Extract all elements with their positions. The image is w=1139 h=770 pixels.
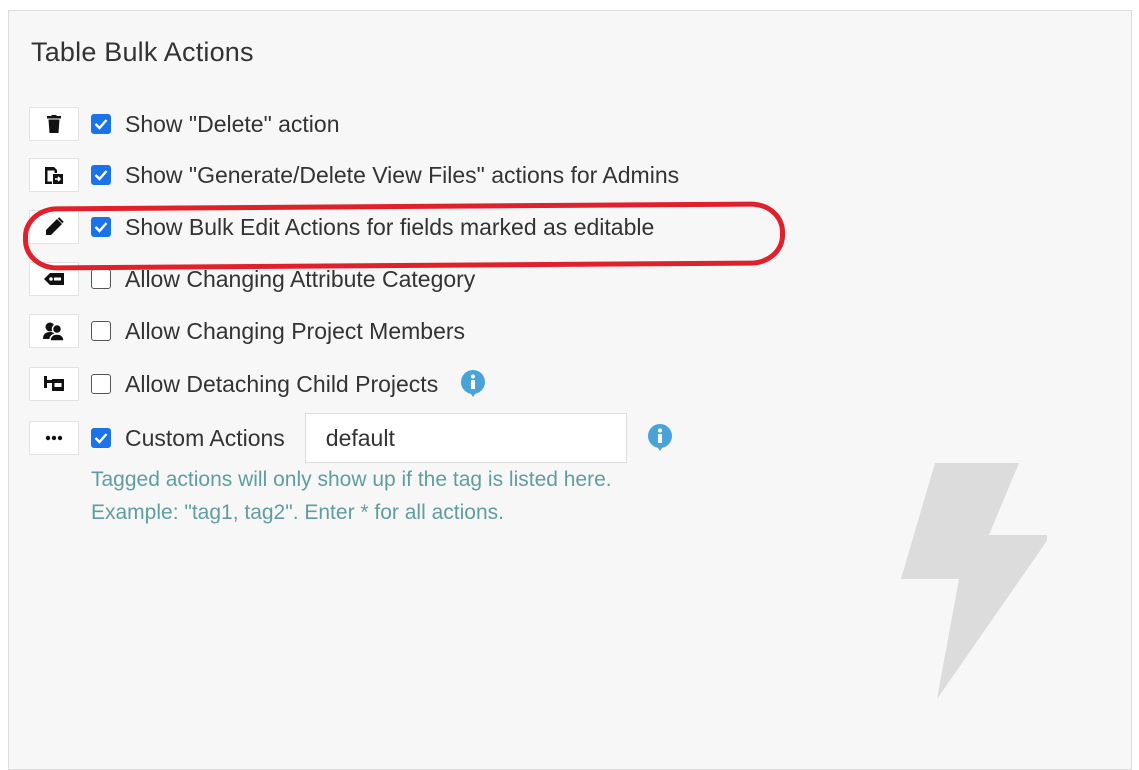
table-bulk-actions-panel: Table Bulk Actions Show "Delete" action xyxy=(8,10,1132,770)
custom-actions-checkbox[interactable] xyxy=(91,428,111,448)
option-row-custom-actions: Custom Actions xyxy=(29,411,673,465)
project-members-checkbox[interactable] xyxy=(91,321,111,341)
option-row-child-projects: Allow Detaching Child Projects xyxy=(29,365,486,403)
panel-title: Table Bulk Actions xyxy=(31,37,254,67)
child-projects-checkbox[interactable] xyxy=(91,374,111,394)
option-label: Show "Generate/Delete View Files" action… xyxy=(125,161,680,188)
attribute-category-checkbox[interactable] xyxy=(91,269,111,289)
option-label: Allow Detaching Child Projects xyxy=(125,370,439,397)
view-files-checkbox[interactable] xyxy=(91,165,111,185)
option-row-project-members: Allow Changing Project Members xyxy=(29,312,465,350)
info-icon[interactable] xyxy=(460,370,486,397)
option-label: Show "Delete" action xyxy=(125,110,340,137)
option-row-delete: Show "Delete" action xyxy=(29,105,340,143)
option-row-attribute-category: Allow Changing Attribute Category xyxy=(29,260,475,298)
info-icon[interactable] xyxy=(647,424,673,451)
users-icon xyxy=(29,314,79,348)
tag-icon xyxy=(29,262,79,296)
pencil-icon xyxy=(29,210,79,244)
trash-icon xyxy=(29,107,79,141)
option-row-view-files: Show "Generate/Delete View Files" action… xyxy=(29,156,679,194)
option-label: Allow Changing Project Members xyxy=(125,317,466,344)
help-line-1: Tagged actions will only show up if the … xyxy=(91,468,612,491)
help-line-2: Example: "tag1, tag2". Enter * for all a… xyxy=(91,501,504,524)
child-project-icon xyxy=(29,367,79,401)
file-export-icon xyxy=(29,158,79,192)
delete-checkbox[interactable] xyxy=(91,114,111,134)
lightning-bolt-icon xyxy=(901,463,1047,699)
ellipsis-icon xyxy=(29,421,79,455)
custom-actions-input[interactable] xyxy=(304,413,627,463)
bulk-edit-checkbox[interactable] xyxy=(91,217,111,237)
custom-actions-help-text: Tagged actions will only show up if the … xyxy=(91,463,612,529)
option-label: Allow Changing Attribute Category xyxy=(125,265,476,292)
option-label: Show Bulk Edit Actions for fields marked… xyxy=(125,213,655,240)
option-label: Custom Actions xyxy=(125,424,285,451)
option-row-bulk-edit: Show Bulk Edit Actions for fields marked… xyxy=(29,208,654,246)
